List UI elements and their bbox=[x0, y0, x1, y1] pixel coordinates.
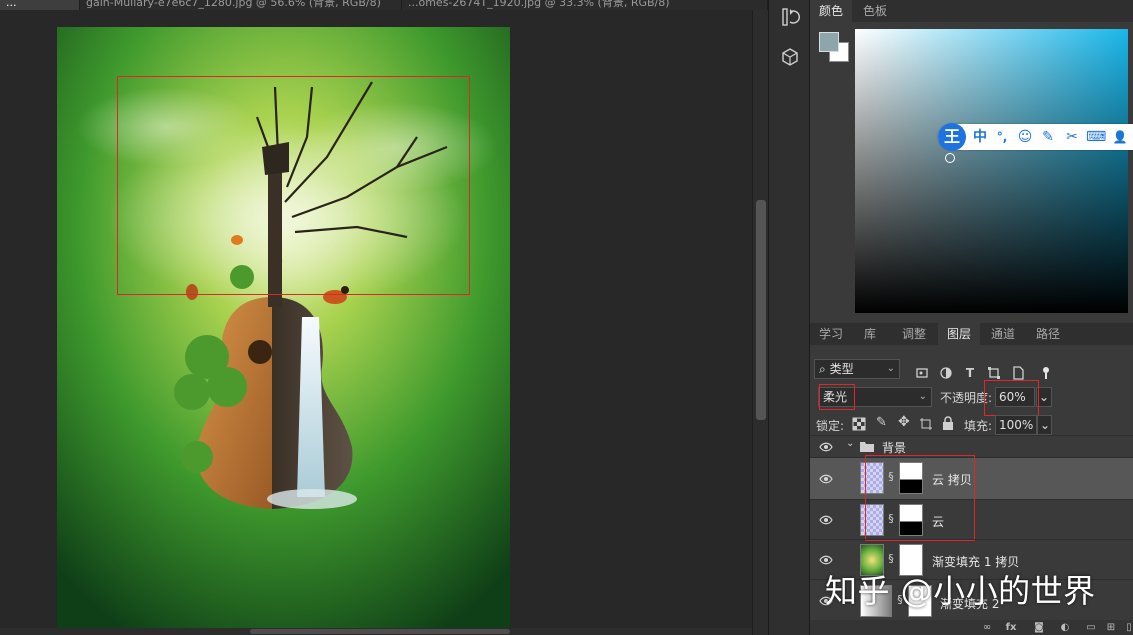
guitar-soundhole bbox=[248, 340, 272, 364]
folder-icon[interactable]: ▭ bbox=[1084, 622, 1098, 634]
scroll-thumb[interactable] bbox=[250, 629, 510, 634]
marquee-selection[interactable] bbox=[117, 76, 470, 295]
visibility-eye-icon[interactable] bbox=[819, 553, 833, 567]
tab-color[interactable]: 颜色 bbox=[810, 0, 853, 22]
type-filter-icon[interactable]: T bbox=[962, 365, 978, 381]
trash-icon[interactable]: ▯ bbox=[1122, 622, 1133, 634]
filter-label: 类型 bbox=[829, 362, 854, 376]
ime-emoji-icon[interactable]: ☺ bbox=[1015, 127, 1035, 147]
foreground-color-swatch[interactable] bbox=[819, 32, 839, 52]
filter-toggle-icon[interactable] bbox=[1038, 365, 1054, 381]
lock-pixels-icon[interactable]: ✎ bbox=[876, 415, 887, 430]
visibility-eye-icon[interactable] bbox=[819, 513, 833, 527]
lock-all-icon[interactable] bbox=[942, 416, 954, 431]
tab-learn[interactable]: 学习 bbox=[810, 323, 852, 345]
document-tab-2[interactable]: gain-Mullary-e7e6c7_1280.jpg @ 56.6% (背景… bbox=[80, 0, 402, 10]
tab-adjustments[interactable]: 调整 bbox=[893, 323, 935, 345]
fx-icon[interactable]: fx bbox=[1004, 622, 1018, 634]
tab-swatches[interactable]: 色板 bbox=[854, 0, 896, 22]
tab-paths[interactable]: 路径 bbox=[1027, 323, 1069, 345]
horizontal-scrollbar[interactable] bbox=[0, 628, 752, 635]
visibility-eye-icon[interactable] bbox=[819, 472, 833, 486]
fill-dropdown[interactable]: ⌄ bbox=[1037, 415, 1052, 435]
smart-object-filter-icon[interactable] bbox=[1010, 365, 1026, 381]
lock-transparency-icon[interactable] bbox=[852, 417, 866, 431]
watermark-text: 知乎 @小小的世界 bbox=[825, 572, 1096, 610]
lock-artboard-icon[interactable] bbox=[919, 417, 933, 431]
cube-3d-icon[interactable] bbox=[779, 46, 801, 68]
tab-label: ...omes-2674T_1920.jpg @ 33.3% (背景, RGB/… bbox=[408, 0, 670, 9]
chevron-down-icon: ⌄ bbox=[886, 363, 895, 374]
fill-value: 100% bbox=[999, 418, 1034, 432]
vertical-scrollbar[interactable] bbox=[752, 10, 768, 635]
pixel-filter-icon[interactable] bbox=[914, 365, 930, 381]
scroll-thumb[interactable] bbox=[756, 200, 766, 420]
link-icon[interactable]: ∞ bbox=[980, 622, 994, 634]
tab-channels[interactable]: 通道 bbox=[982, 323, 1024, 345]
chevron-down-icon[interactable]: ⌄ bbox=[846, 438, 854, 449]
adjustment-icon[interactable]: ◐ bbox=[1058, 622, 1072, 634]
adjustment-filter-icon[interactable] bbox=[938, 365, 954, 381]
color-picker-cursor[interactable] bbox=[945, 153, 955, 163]
shape-filter-icon[interactable] bbox=[986, 365, 1002, 381]
chevron-down-icon: ⌄ bbox=[1039, 390, 1050, 404]
layer-name: 背景 bbox=[882, 441, 907, 455]
chain-link-icon[interactable]: § bbox=[887, 552, 895, 566]
document-tab-active[interactable]: ... bbox=[0, 0, 80, 10]
history-icon[interactable] bbox=[779, 6, 801, 28]
layer-row-group[interactable]: ⌄ 背景 bbox=[810, 435, 1133, 457]
ime-toolbar: 王 中 °, ☺ ✎ ✂ ⌨ 👤 bbox=[938, 123, 1133, 151]
new-layer-icon[interactable]: ⊞ bbox=[1104, 622, 1118, 634]
document-tab-3[interactable]: ...omes-2674T_1920.jpg @ 33.3% (背景, RGB/… bbox=[402, 0, 768, 10]
ime-punctuation-icon[interactable]: °, bbox=[992, 127, 1012, 147]
panel-toolstrip bbox=[768, 0, 810, 635]
search-icon: ⌕ bbox=[819, 362, 826, 376]
ime-scissors-icon[interactable]: ✂ bbox=[1062, 127, 1082, 147]
lock-label: 锁定: bbox=[816, 419, 845, 433]
tab-libraries[interactable]: 库 bbox=[855, 323, 885, 345]
chevron-down-icon: ⌄ bbox=[918, 391, 927, 402]
highlight-blend-mode bbox=[819, 384, 855, 410]
fill-label: 填充: bbox=[964, 419, 993, 433]
color-picker-field[interactable] bbox=[855, 29, 1128, 313]
highlight-opacity bbox=[984, 380, 1039, 416]
color-swatches bbox=[819, 32, 849, 62]
tab-label: ... bbox=[6, 0, 17, 9]
visibility-eye-icon[interactable] bbox=[819, 440, 833, 454]
lock-position-icon[interactable]: ✥ bbox=[898, 414, 910, 430]
mask-icon[interactable]: ◙ bbox=[1032, 622, 1046, 634]
tab-layers[interactable]: 图层 bbox=[938, 323, 981, 345]
highlight-cloud-layers bbox=[865, 455, 975, 541]
ime-keyboard-icon[interactable]: ⌨ bbox=[1086, 127, 1106, 147]
document-tab-bar: ... gain-Mullary-e7e6c7_1280.jpg @ 56.6%… bbox=[0, 0, 768, 10]
chevron-down-icon: ⌄ bbox=[1040, 418, 1051, 432]
layers-panel-tabs: 学习 库 调整 图层 通道 路径 bbox=[810, 323, 1133, 345]
ime-user-icon[interactable]: 👤 bbox=[1110, 127, 1130, 147]
photoshop-window: ... gain-Mullary-e7e6c7_1280.jpg @ 56.6%… bbox=[0, 0, 1133, 635]
fill-input[interactable]: 100% bbox=[995, 415, 1037, 435]
color-panel-tabs: 颜色 色板 bbox=[810, 0, 1133, 22]
ime-chinese-mode-icon[interactable]: 中 bbox=[970, 127, 990, 147]
ime-handwriting-icon[interactable]: ✎ bbox=[1038, 127, 1058, 147]
tab-label: gain-Mullary-e7e6c7_1280.jpg @ 56.6% (背景… bbox=[86, 0, 381, 9]
waterfall-mist bbox=[267, 489, 357, 509]
ime-logo[interactable]: 王 bbox=[938, 123, 966, 151]
layer-filter-select[interactable]: ⌕ 类型 ⌄ bbox=[814, 359, 900, 379]
folder-icon bbox=[860, 442, 874, 452]
